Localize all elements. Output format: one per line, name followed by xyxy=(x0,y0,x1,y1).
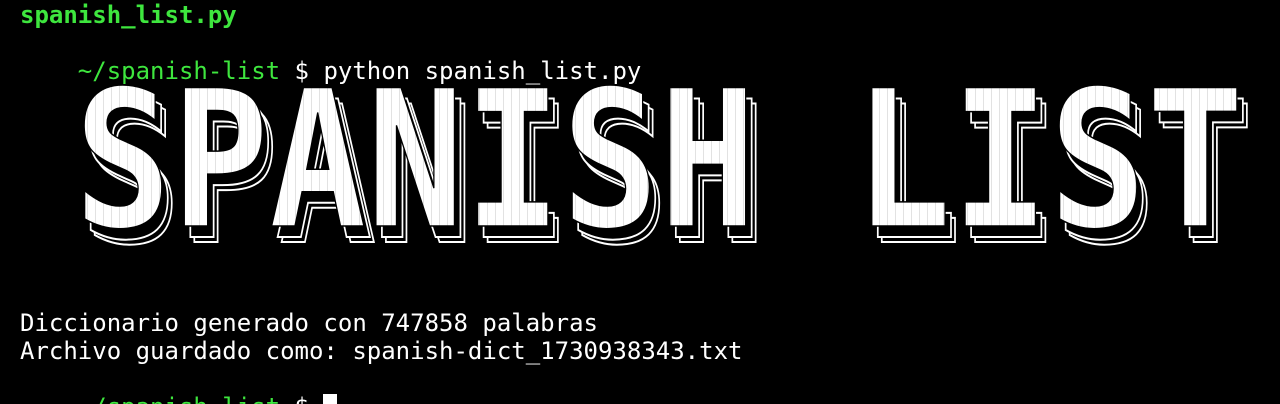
text-cursor[interactable] xyxy=(323,394,338,404)
final-prompt-line[interactable]: ~/spanish-list $ xyxy=(20,365,338,404)
ascii-banner: SPANISH LIST SPANISH LIST SPANISH LIST xyxy=(73,49,1255,260)
banner-title: SPANISH LIST xyxy=(74,50,1244,260)
final-prompt-symbol: $ xyxy=(295,393,309,404)
final-prompt-path: ~/spanish-list xyxy=(78,393,280,404)
output-line-dictionary: Diccionario generado con 747858 palabras xyxy=(20,309,598,337)
terminal-window[interactable]: spanish_list.py ~/spanish-list $ python … xyxy=(0,0,1280,404)
output-line-saved-file: Archivo guardado como: spanish-dict_1730… xyxy=(20,337,743,365)
